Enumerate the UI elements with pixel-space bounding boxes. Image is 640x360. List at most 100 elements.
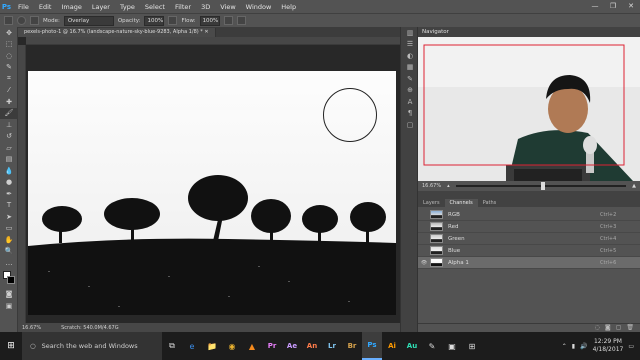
navigator-title[interactable]: Navigator xyxy=(422,29,449,35)
gradient-icon[interactable]: ▤ xyxy=(0,154,18,166)
volume-icon[interactable]: 🔊 xyxy=(580,343,587,350)
zoom-in-icon[interactable]: ▲ xyxy=(632,183,636,189)
canvas-area[interactable] xyxy=(26,45,400,323)
file-explorer-icon[interactable]: 📁 xyxy=(202,332,222,360)
illustrator-icon[interactable]: Ai xyxy=(382,332,402,360)
chrome-icon[interactable]: ◉ xyxy=(222,332,242,360)
animate-icon[interactable]: An xyxy=(302,332,322,360)
tab-paths[interactable]: Paths xyxy=(478,199,502,207)
more-tools-icon[interactable]: … xyxy=(0,257,18,269)
delete-channel-icon[interactable]: 🗑 xyxy=(626,324,634,332)
properties-panel-icon[interactable]: ☰ xyxy=(401,39,419,51)
menu-window[interactable]: Window xyxy=(241,3,277,11)
load-selection-icon[interactable]: ◌ xyxy=(595,324,600,332)
channel-row-selected[interactable]: 👁 Alpha 1 Ctrl+6 xyxy=(418,257,640,269)
maximize-button[interactable]: ❐ xyxy=(604,0,622,13)
tray-chevron-icon[interactable]: ⌃ xyxy=(562,343,567,350)
zoom-slider-thumb[interactable] xyxy=(540,182,545,190)
quick-select-icon[interactable]: ✎ xyxy=(0,62,18,74)
premiere-icon[interactable]: Pr xyxy=(262,332,282,360)
menu-image[interactable]: Image xyxy=(56,3,86,11)
pen-app-icon[interactable]: ✎ xyxy=(422,332,442,360)
history-brush-icon[interactable]: ↺ xyxy=(0,131,18,143)
shape-icon[interactable]: ▭ xyxy=(0,223,18,235)
brush-tool-icon[interactable] xyxy=(4,16,13,25)
screen-mode-icon[interactable]: ▣ xyxy=(0,300,18,312)
photoshop-taskbar-icon[interactable]: Ps xyxy=(362,332,382,360)
libraries-panel-icon[interactable]: ▢ xyxy=(401,119,419,131)
clone-stamp-icon[interactable]: ⊥ xyxy=(0,119,18,131)
history-panel-icon[interactable]: ▥ xyxy=(401,27,419,39)
quick-mask-icon[interactable]: ◙ xyxy=(0,289,18,301)
zoom-icon[interactable]: 🔍 xyxy=(0,246,18,258)
navigator-preview[interactable] xyxy=(418,37,640,181)
windows-app-icon[interactable]: ⊞ xyxy=(462,332,482,360)
brush-panel-icon[interactable] xyxy=(30,16,39,25)
new-channel-icon[interactable]: ▢ xyxy=(616,324,622,332)
pen-icon[interactable]: ✒ xyxy=(0,188,18,200)
channel-row[interactable]: Red Ctrl+3 xyxy=(418,221,640,233)
brush-panel-icon[interactable]: ✎ xyxy=(401,73,419,85)
tab-layers[interactable]: Layers xyxy=(418,199,445,207)
audition-icon[interactable]: Au xyxy=(402,332,422,360)
channel-row[interactable]: Green Ctrl+4 xyxy=(418,233,640,245)
move-tool-icon[interactable]: ✥ xyxy=(0,27,18,39)
zoom-out-icon[interactable]: ▴ xyxy=(447,183,450,189)
close-button[interactable]: ✕ xyxy=(622,0,640,13)
navigator-zoom-value[interactable]: 16.67% xyxy=(422,183,441,189)
eraser-icon[interactable]: ▱ xyxy=(0,142,18,154)
adjustments-panel-icon[interactable]: ◐ xyxy=(401,50,419,62)
lightroom-icon[interactable]: Lr xyxy=(322,332,342,360)
task-view-icon[interactable]: ⧉ xyxy=(162,332,182,360)
media-app-icon[interactable]: ▣ xyxy=(442,332,462,360)
network-icon[interactable]: ▮ xyxy=(572,343,575,350)
tab-close-icon[interactable]: ✕ xyxy=(204,29,208,35)
marquee-tool-icon[interactable]: ⬚ xyxy=(0,39,18,51)
type-icon[interactable]: T xyxy=(0,200,18,212)
tab-channels[interactable]: Channels xyxy=(444,199,478,207)
menu-help[interactable]: Help xyxy=(276,3,301,11)
blur-icon[interactable]: 💧 xyxy=(0,165,18,177)
menu-filter[interactable]: Filter xyxy=(170,3,196,11)
airbrush-icon[interactable] xyxy=(223,16,233,25)
lasso-tool-icon[interactable]: ◌ xyxy=(0,50,18,62)
pressure-size-icon[interactable] xyxy=(236,16,246,25)
start-button[interactable]: ⊞ xyxy=(0,332,22,360)
save-selection-icon[interactable]: ◙ xyxy=(605,324,611,332)
menu-file[interactable]: File xyxy=(13,3,34,11)
pressure-opacity-icon[interactable] xyxy=(168,16,178,25)
brush-icon[interactable]: 🖌 xyxy=(0,107,18,119)
brush-preset-icon[interactable] xyxy=(17,16,26,25)
menu-3d[interactable]: 3D xyxy=(196,3,215,11)
dodge-icon[interactable]: ● xyxy=(0,177,18,189)
menu-type[interactable]: Type xyxy=(115,3,140,11)
menu-layer[interactable]: Layer xyxy=(87,3,115,11)
zoom-level[interactable]: 16.67% xyxy=(22,325,41,331)
visibility-eye-icon[interactable]: 👁 xyxy=(418,260,430,266)
minimize-button[interactable]: — xyxy=(586,0,604,13)
channel-row[interactable]: RGB Ctrl+2 xyxy=(418,209,640,221)
healing-brush-icon[interactable]: ✚ xyxy=(0,96,18,108)
menu-view[interactable]: View xyxy=(215,3,240,11)
background-color-swatch[interactable] xyxy=(7,275,15,284)
channel-row[interactable]: Blue Ctrl+5 xyxy=(418,245,640,257)
edge-icon[interactable]: e xyxy=(182,332,202,360)
color-swatches[interactable] xyxy=(0,269,18,289)
clone-source-icon[interactable]: ⊕ xyxy=(401,85,419,97)
notifications-icon[interactable]: ▭ xyxy=(628,343,634,350)
vlc-icon[interactable]: ▲ xyxy=(242,332,262,360)
swatches-panel-icon[interactable]: ▦ xyxy=(401,62,419,74)
document-tab[interactable]: pexels-photo-1 @ 16.7% (landscape-nature… xyxy=(18,28,216,37)
scratch-info[interactable]: Scratch: 540.0M/4.67G xyxy=(61,325,119,331)
clock[interactable]: 12:29 PM 4/18/2017 xyxy=(593,338,624,354)
menu-edit[interactable]: Edit xyxy=(34,3,57,11)
flow-input[interactable]: 100% xyxy=(199,15,220,26)
zoom-slider[interactable] xyxy=(455,182,627,190)
after-effects-icon[interactable]: Ae xyxy=(282,332,302,360)
eyedropper-icon[interactable]: ⁄ xyxy=(0,85,18,97)
path-select-icon[interactable]: ➤ xyxy=(0,211,18,223)
hand-icon[interactable]: ✋ xyxy=(0,234,18,246)
taskbar-search[interactable]: ○ Search the web and Windows xyxy=(22,332,162,360)
paragraph-panel-icon[interactable]: ¶ xyxy=(401,108,419,120)
menu-select[interactable]: Select xyxy=(140,3,170,11)
